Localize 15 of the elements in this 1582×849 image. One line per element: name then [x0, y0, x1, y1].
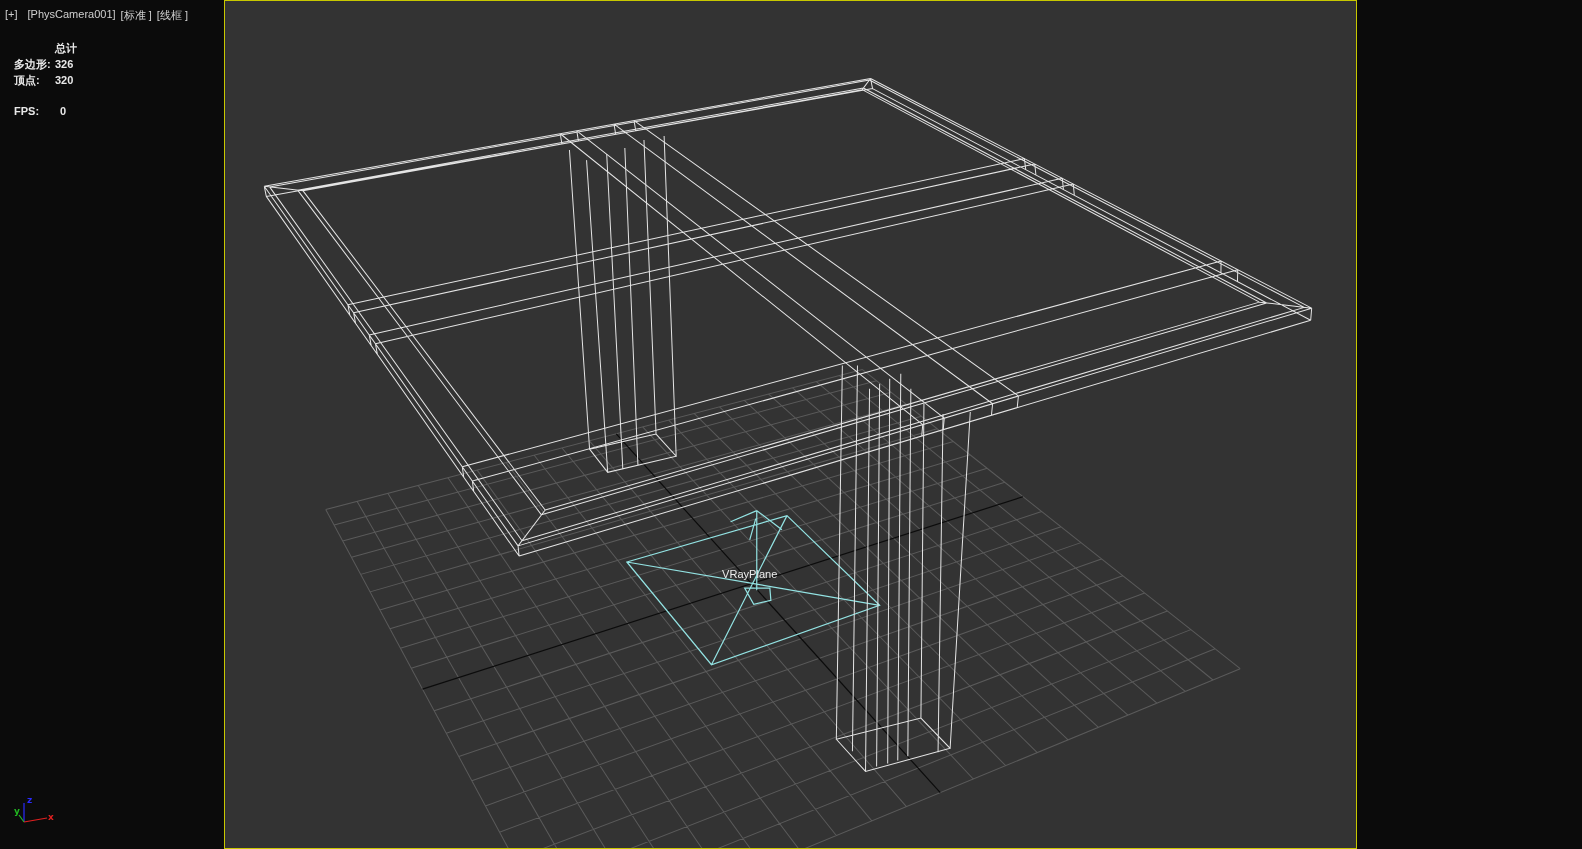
axis-label: z: [27, 795, 33, 805]
stat-label: 多边形:: [14, 56, 51, 72]
stat-label: 顶点:: [14, 72, 40, 88]
viewport-menu-label[interactable]: [线框 ]: [156, 8, 188, 23]
stat-value: 326: [55, 58, 74, 70]
viewport-menu-label[interactable]: [PhysCamera001]: [27, 8, 116, 23]
axis-label: x: [48, 812, 54, 822]
viewport-menu-label[interactable]: [标准 ]: [120, 8, 152, 23]
fps-value: 0: [59, 105, 67, 117]
stat-value: 320: [55, 74, 74, 86]
viewport-menu-label[interactable]: [+]: [5, 8, 18, 23]
fps-label: FPS:: [14, 105, 40, 117]
axis-tripod-icon: [18, 802, 48, 823]
stats-header: 总计: [55, 40, 77, 56]
axis-label: y: [14, 806, 20, 816]
